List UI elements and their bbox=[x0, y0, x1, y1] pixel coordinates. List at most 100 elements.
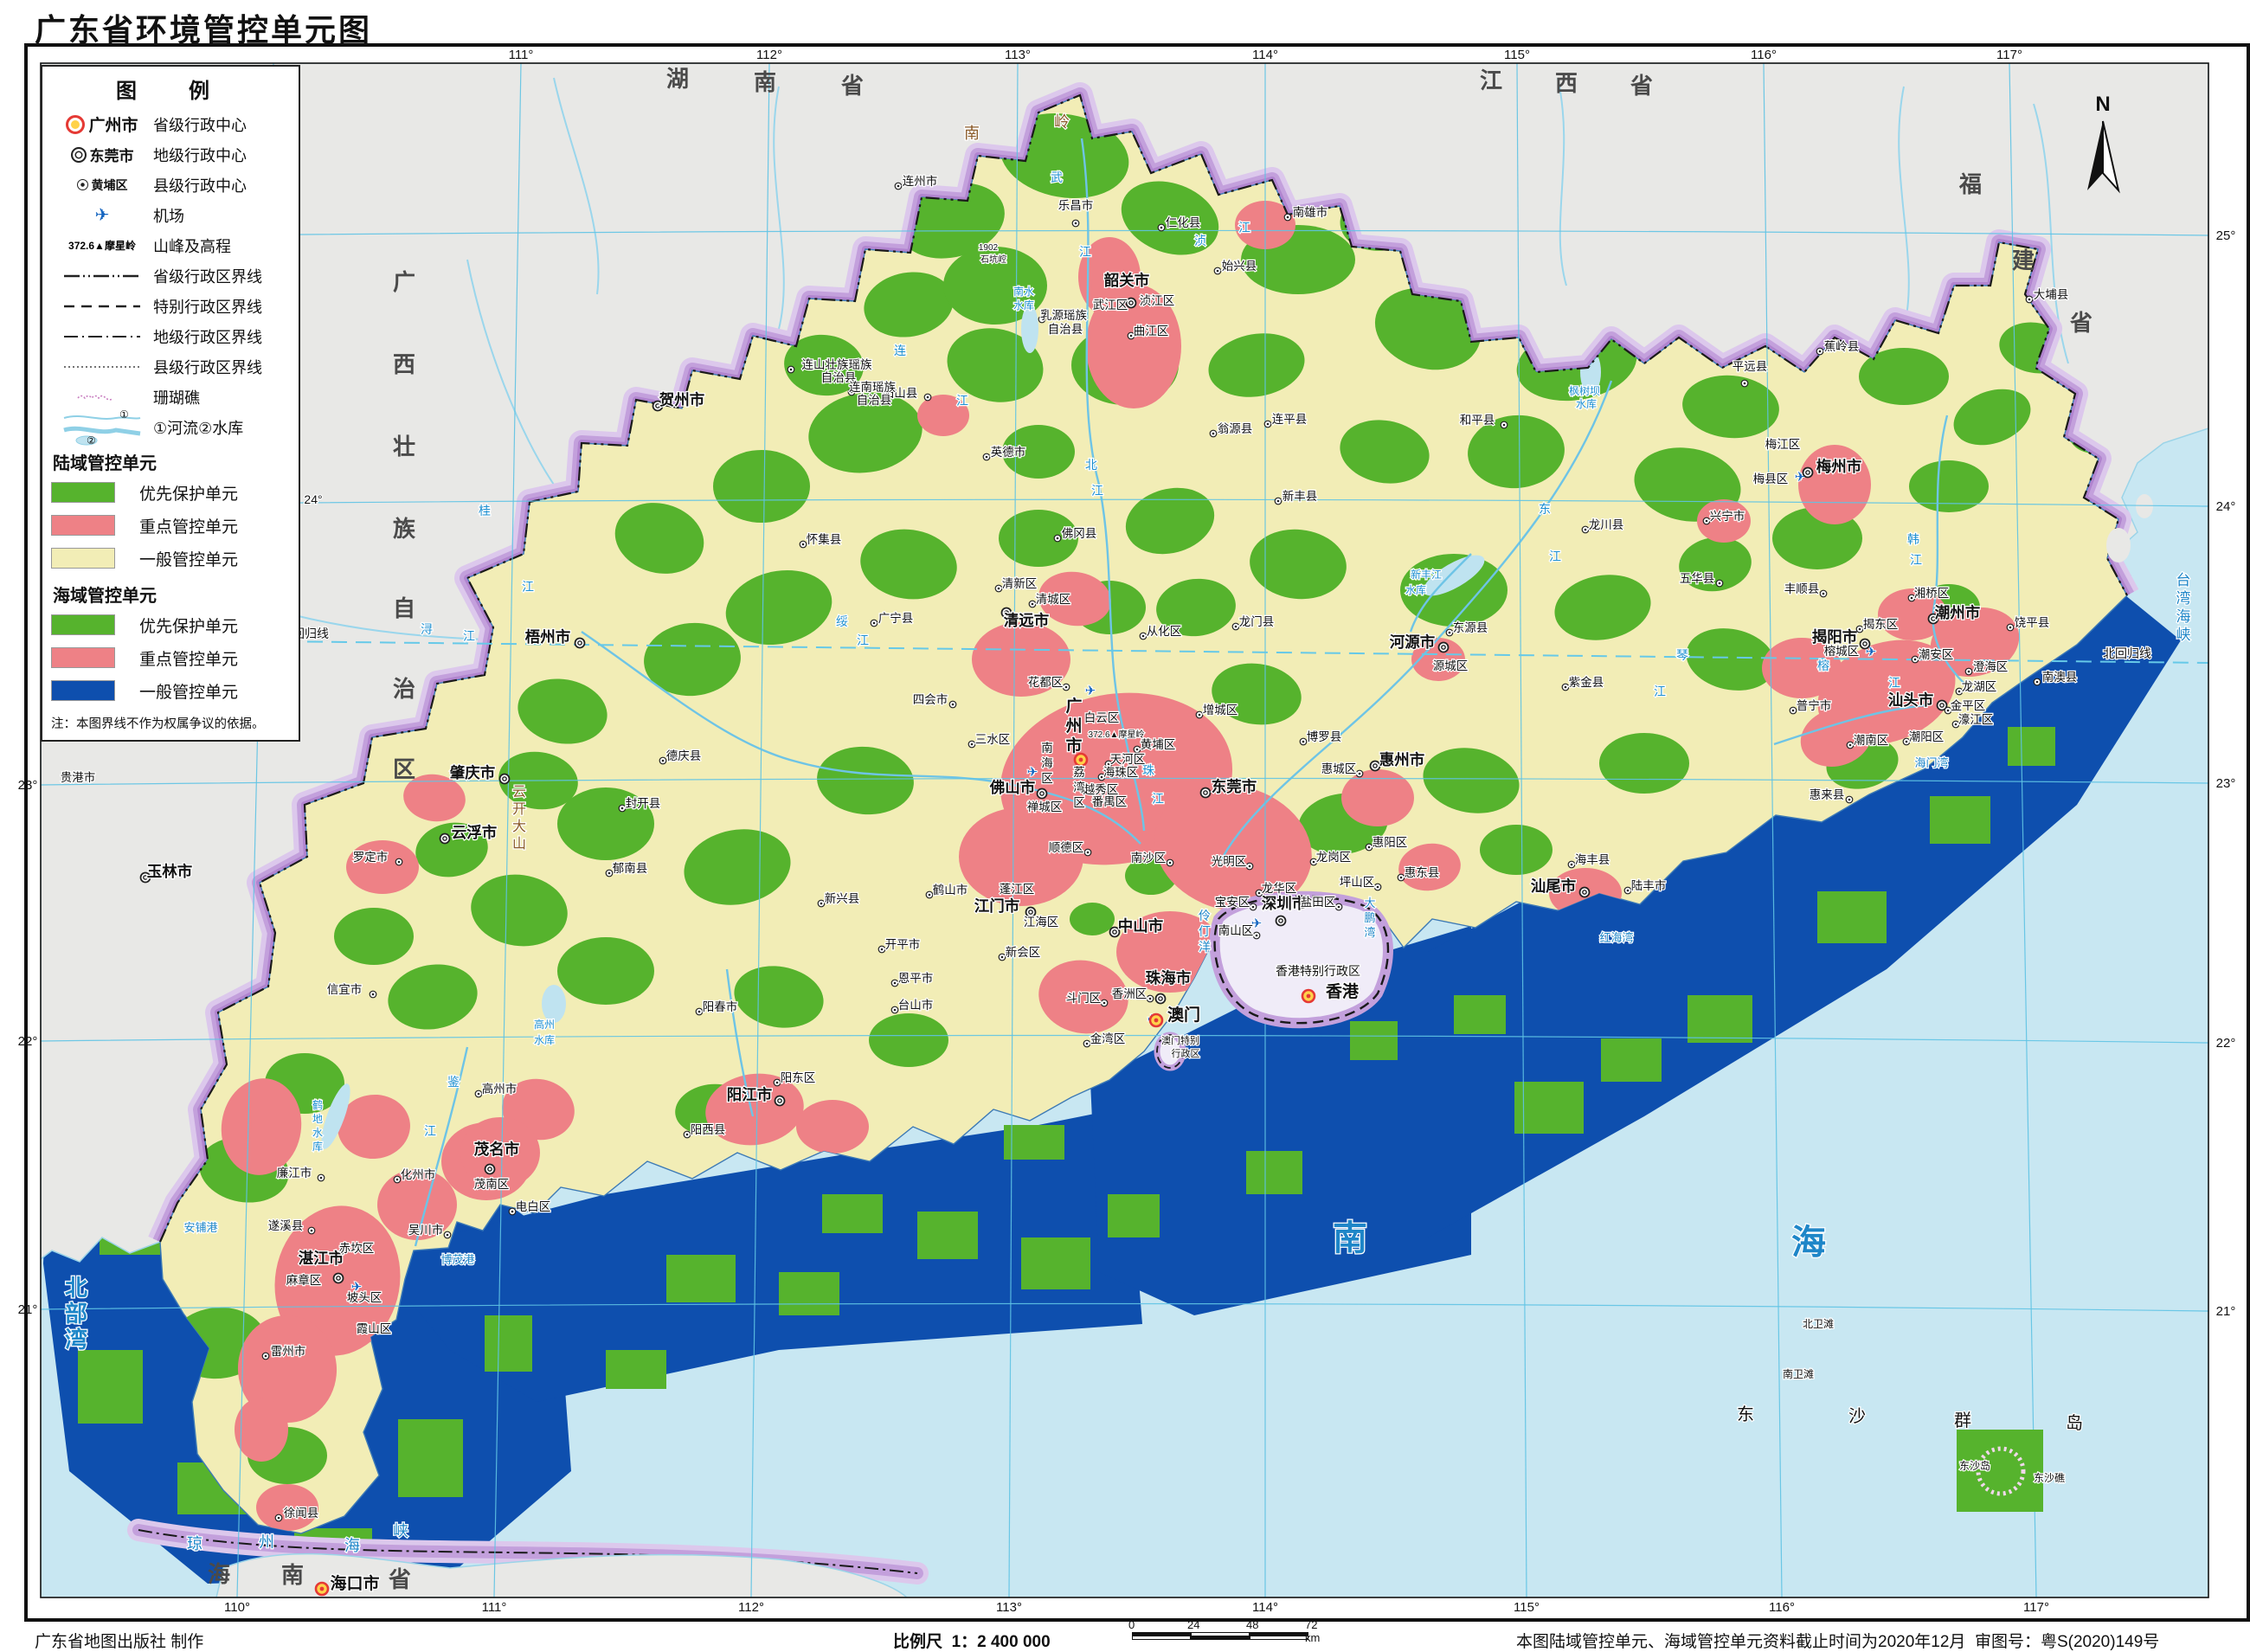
control-unit-blob bbox=[869, 1013, 948, 1067]
swatch-label: 重点管控单元 bbox=[139, 646, 238, 670]
city-label: 新会区 bbox=[1006, 946, 1041, 959]
scalebar-tick: 72 km bbox=[1305, 1618, 1320, 1644]
county-capital-icon-dot bbox=[1911, 597, 1913, 600]
county-capital-icon-dot bbox=[1130, 335, 1133, 337]
prefecture-capital-icon-inner bbox=[1113, 930, 1116, 934]
city-label: 陆丰市 bbox=[1631, 878, 1667, 892]
prefecture-capital-icon-inner bbox=[443, 837, 447, 840]
city-label: 开平市 bbox=[885, 937, 921, 951]
county-capital-icon-dot bbox=[372, 993, 375, 996]
city-label: 龙门县 bbox=[1239, 615, 1275, 628]
legend-item-label: 机场 bbox=[153, 204, 184, 227]
map-label: 水库 bbox=[1013, 299, 1034, 312]
city-label: 南雄市 bbox=[1293, 205, 1328, 219]
county-capital-icon-dot bbox=[1075, 222, 1077, 225]
county-capital-icon-dot bbox=[608, 872, 611, 875]
city-label: 广州市 bbox=[1065, 696, 1082, 755]
legend-sample-name: 广州市 bbox=[88, 112, 138, 136]
map-label: 江 bbox=[1888, 676, 1900, 690]
color-swatch bbox=[51, 482, 115, 503]
map-label: 海门湾 bbox=[1914, 756, 1948, 769]
map-label: 东 bbox=[1539, 502, 1551, 516]
grid-label: 22° bbox=[2216, 1036, 2236, 1051]
city-label: 佛山市 bbox=[989, 779, 1036, 796]
city-label: 澳门 bbox=[1167, 1005, 1200, 1025]
map-label: 州 bbox=[259, 1533, 274, 1551]
city-label: 蕉岭县 bbox=[1824, 340, 1860, 353]
data-note: 本图陆域管控单元、海域管控单元资料截止时间为2020年12月 审图号：粤S(20… bbox=[1516, 1629, 2159, 1652]
grid-label: 112° bbox=[756, 48, 782, 62]
marine-priority-zone bbox=[606, 1350, 666, 1389]
map-label: 西 bbox=[393, 351, 415, 377]
county-capital-icon-dot bbox=[1849, 744, 1852, 747]
city-label: 茂南区 bbox=[474, 1177, 510, 1191]
map-label: 1902 bbox=[979, 243, 999, 253]
county-capital-icon-dot bbox=[1212, 433, 1215, 435]
prefecture-capital-icon-inner bbox=[1029, 910, 1032, 914]
county-capital-icon-dot bbox=[971, 743, 974, 746]
city-label: 惠东县 bbox=[1405, 866, 1440, 879]
city-label: 汕尾市 bbox=[1531, 877, 1577, 895]
map-label: 海 bbox=[344, 1537, 360, 1554]
airport-icon: ✈ bbox=[1027, 765, 1038, 780]
map-label: 江 bbox=[1238, 221, 1250, 235]
grid-label: 114° bbox=[1252, 1600, 1278, 1615]
city-label: 白云区 bbox=[1084, 711, 1120, 724]
map-label: 东沙岛 bbox=[1959, 1459, 1990, 1472]
control-unit-blob bbox=[334, 908, 414, 965]
county-capital-icon-dot bbox=[1313, 861, 1315, 864]
city-label: 汕头市 bbox=[1888, 691, 1934, 709]
city-label: 徐闻县 bbox=[284, 1507, 319, 1520]
provincial-capital-icon-dot bbox=[1154, 1019, 1159, 1023]
legend-sample-name: 黄埔区 bbox=[92, 177, 128, 194]
city-label: 韶关市 bbox=[1104, 272, 1150, 289]
prefecture-capital-icon-inner bbox=[1806, 471, 1810, 474]
map-label: 南 bbox=[1333, 1219, 1367, 1257]
legend-sea-section-title: 海域管控单元 bbox=[53, 582, 290, 607]
map-label: 海 bbox=[208, 1561, 230, 1587]
scale-value: 1：2 400 000 bbox=[952, 1633, 1051, 1651]
map-label: 南 bbox=[754, 69, 776, 95]
city-label: 茂名市 bbox=[474, 1141, 520, 1158]
city-label: 罗定市 bbox=[353, 850, 389, 864]
city-label: 清新区 bbox=[1002, 577, 1038, 590]
boundary-sample bbox=[61, 301, 144, 312]
city-label: 怀集县 bbox=[807, 533, 842, 546]
svg-text:②: ② bbox=[87, 434, 96, 447]
map-label: 江 bbox=[424, 1124, 436, 1138]
city-label: 丰顺县 bbox=[1784, 582, 1820, 595]
map-label: 南 bbox=[964, 125, 980, 142]
city-label: 阳西县 bbox=[691, 1123, 726, 1136]
map-label: 峡 bbox=[393, 1522, 408, 1540]
marine-priority-zone bbox=[1350, 1021, 1398, 1060]
scale-bar: 0244872 km bbox=[1132, 1632, 1308, 1642]
provincial-capital-icon-dot bbox=[320, 1587, 325, 1591]
city-label: 金湾区 bbox=[1090, 1032, 1126, 1045]
city-label: 增城区 bbox=[1203, 704, 1238, 717]
city-label: 连州市 bbox=[903, 174, 938, 188]
legend-sea-swatches: 优先保护单元重点管控单元一般管控单元 bbox=[51, 608, 290, 707]
city-label: 郁南县 bbox=[613, 862, 648, 875]
city-label: 斗门区 bbox=[1066, 992, 1102, 1005]
control-unit-blob bbox=[1070, 903, 1115, 935]
map-label: 琴 bbox=[1676, 648, 1688, 662]
city-label: 坪山区 bbox=[1340, 876, 1375, 889]
city-label: 蓬江区 bbox=[1000, 883, 1035, 896]
grid-label: 113° bbox=[996, 1600, 1022, 1615]
city-label: 清城区 bbox=[1036, 593, 1071, 606]
prefecture-capital-icon-inner bbox=[337, 1276, 340, 1280]
map-label: 江 bbox=[1910, 553, 1922, 567]
county-capital-icon-dot bbox=[1287, 216, 1289, 219]
county-capital-icon-dot bbox=[998, 588, 1000, 590]
county-capital-icon-dot bbox=[1449, 632, 1451, 634]
city-label: 连山壮族瑶族 bbox=[802, 358, 872, 371]
prefecture-capital-icon-inner bbox=[1863, 642, 1867, 646]
legend-item-peak: 372.6▲摩星岭山峰及高程 bbox=[51, 230, 290, 260]
city-label: 南海区 bbox=[1041, 742, 1053, 785]
islet bbox=[2136, 494, 2153, 518]
map-label: 桂 bbox=[479, 504, 491, 517]
city-label: 肇庆市 bbox=[450, 764, 496, 781]
control-unit-blob bbox=[1021, 305, 1038, 353]
county-capital-icon-dot bbox=[1338, 906, 1340, 909]
county-capital-icon-dot bbox=[1565, 686, 1567, 689]
